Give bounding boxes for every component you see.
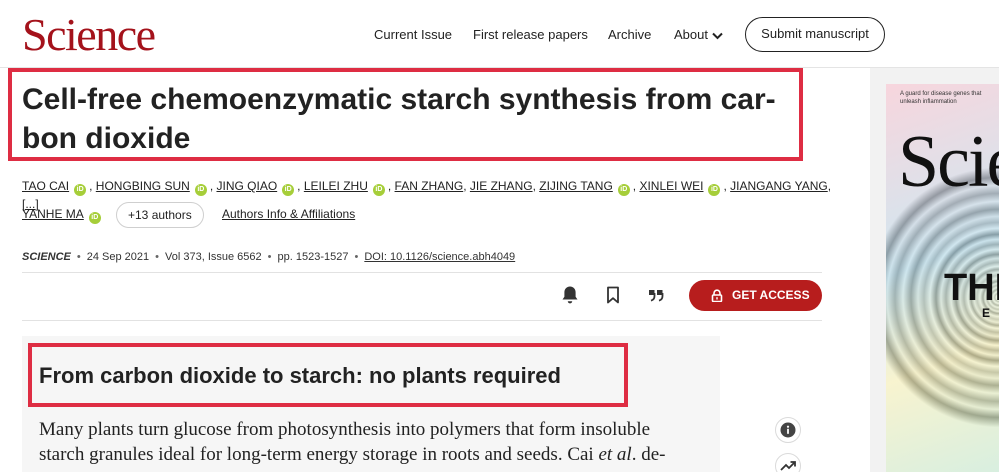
cover-science-logo: Science (898, 121, 999, 203)
chevron-down-icon (712, 32, 723, 39)
orcid-icon[interactable]: iD (372, 184, 385, 196)
alert-bell-button[interactable] (559, 284, 581, 306)
page-range: pp. 1523-1527 (277, 251, 349, 263)
get-access-label: GET ACCESS (732, 288, 810, 302)
doi-link[interactable]: DOI: 10.1126/science.abh4049 (364, 251, 515, 263)
nav-about[interactable]: About (674, 26, 723, 44)
summary-line-2: starch granules ideal for long-term ener… (39, 444, 599, 465)
metrics-button[interactable] (775, 453, 801, 472)
summary-line-1: Many plants turn glucose from photosynth… (39, 419, 651, 440)
summary-body: Many plants turn glucose from photosynth… (39, 417, 709, 467)
summary-line-2-end: . de- (631, 444, 666, 465)
author-link[interactable]: JIANGANG YANG (730, 179, 828, 193)
quote-icon (649, 290, 664, 302)
cover-headline: THE (944, 267, 999, 309)
bookmark-icon (607, 286, 619, 304)
orcid-icon[interactable]: iD (282, 184, 295, 196)
author-link[interactable]: FAN ZHANG (395, 179, 464, 193)
trending-up-icon (780, 461, 796, 471)
journal-name: SCIENCE (22, 251, 71, 263)
author-link[interactable]: ZIJING TANG (539, 179, 613, 193)
last-author: YANHE MA iD (22, 207, 104, 224)
author-link[interactable]: JING QIAO (216, 179, 277, 193)
info-button[interactable] (775, 417, 801, 443)
bookmark-button[interactable] (602, 284, 624, 306)
nav-about-label: About (674, 27, 708, 42)
nav-first-release-papers[interactable]: First release papers (473, 26, 588, 44)
journal-cover-image[interactable]: A guard for disease genes that unleash i… (886, 84, 999, 472)
get-access-button[interactable]: GET ACCESS (689, 280, 822, 311)
cover-subheadline: E (982, 306, 991, 320)
science-logo[interactable]: Science (22, 10, 156, 60)
site-header: Science Current Issue First release pape… (0, 0, 999, 68)
summary-heading: From carbon dioxide to starch: no plants… (39, 363, 561, 388)
cite-button[interactable] (645, 284, 667, 306)
publish-date: 24 Sep 2021 (86, 251, 150, 263)
article-title-line-1: Cell-free chemoenzymatic starch synthesi… (22, 83, 776, 116)
orcid-icon[interactable]: iD (88, 212, 101, 224)
more-authors-button[interactable]: +13 authors (116, 202, 204, 228)
author-link[interactable]: XINLEI WEI (639, 179, 703, 193)
author-link[interactable]: TAO CAI (22, 179, 69, 193)
authors-affiliations-link[interactable]: Authors Info & Affiliations (222, 207, 355, 221)
orcid-icon[interactable]: iD (708, 184, 721, 196)
orcid-icon[interactable]: iD (617, 184, 630, 196)
divider (22, 272, 822, 273)
divider (22, 320, 822, 321)
orcid-icon[interactable]: iD (194, 184, 207, 196)
author-link[interactable]: HONGBING SUN (96, 179, 190, 193)
info-icon (780, 422, 796, 438)
author-link[interactable]: LEILEI ZHU (304, 179, 368, 193)
orcid-icon[interactable]: iD (74, 184, 87, 196)
submit-manuscript-button[interactable]: Submit manuscript (745, 17, 885, 52)
volume-issue: Vol 373, Issue 6562 (165, 251, 262, 263)
author-link[interactable]: JIE ZHANG (470, 179, 533, 193)
nav-archive[interactable]: Archive (608, 26, 651, 44)
nav-current-issue[interactable]: Current Issue (374, 26, 452, 44)
bell-icon (562, 286, 578, 304)
author-link[interactable]: YANHE MA (22, 207, 84, 221)
article-title: Cell-free chemoenzymatic starch synthesi… (22, 80, 802, 158)
article-title-line-2: bon dioxide (22, 122, 191, 155)
lock-icon (711, 289, 723, 302)
citation-line: SCIENCE • 24 Sep 2021 • Vol 373, Issue 6562 •… (22, 251, 516, 263)
summary-line-2-emphasis: et al (598, 444, 632, 465)
cover-teaser-text: A guard for disease genes that unleash i… (900, 91, 982, 105)
